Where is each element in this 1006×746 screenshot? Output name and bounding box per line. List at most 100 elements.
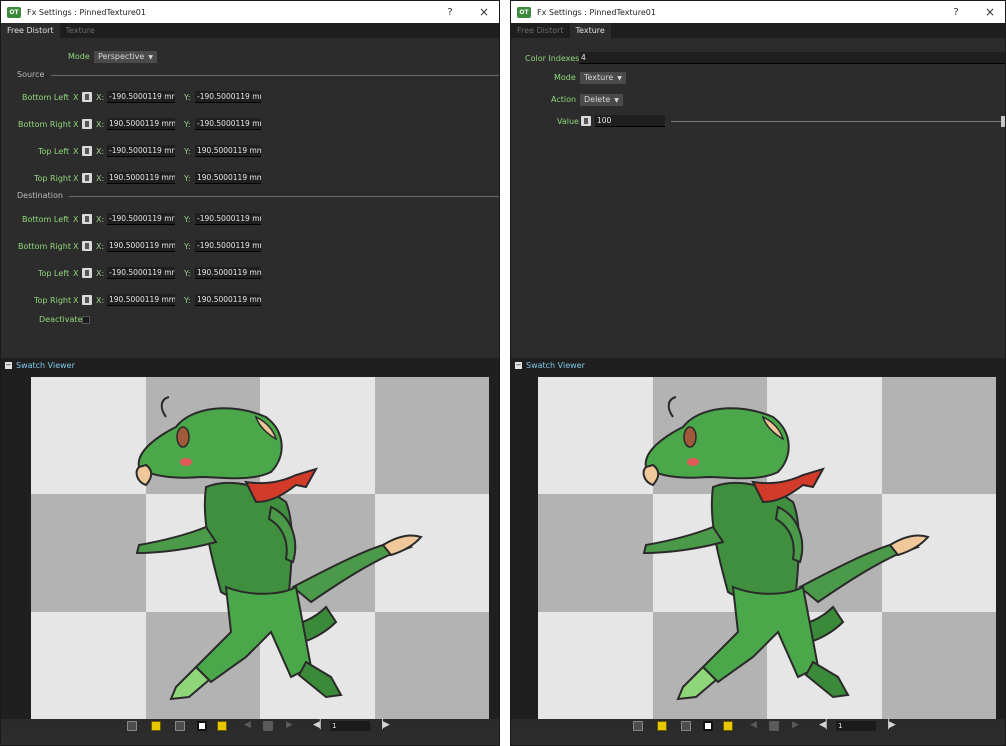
camera-icon[interactable]	[151, 721, 161, 731]
prev-frame-icon[interactable]: ◀▏	[313, 720, 327, 730]
preview-toggle-icon[interactable]	[217, 721, 227, 731]
app-icon: OT	[517, 6, 531, 18]
swatch-viewer-header[interactable]: − Swatch Viewer	[1, 358, 499, 372]
y-field[interactable]: 190.5000119 mm	[195, 172, 261, 184]
white-bg-icon[interactable]	[197, 721, 207, 731]
row-label: Bottom Right	[18, 242, 71, 251]
app-icon: OT	[7, 6, 21, 18]
y-field[interactable]: -190.5000119 mr	[195, 118, 261, 130]
swatch-viewer-title: Swatch Viewer	[526, 360, 585, 370]
x-marker: X	[73, 215, 79, 224]
lock-icon[interactable]	[263, 721, 273, 731]
tab-free-distort[interactable]: Free Distort	[511, 23, 570, 38]
next-frame-icon[interactable]: ▕▶	[376, 720, 390, 730]
swatch-viewer-header[interactable]: − Swatch Viewer	[511, 358, 1005, 372]
x-field[interactable]: -190.5000119 mr	[107, 145, 175, 157]
x-field[interactable]: -190.5000119 mr	[107, 213, 175, 225]
row-label: Top Left	[38, 269, 70, 278]
y-axis-label: Y:	[184, 120, 191, 129]
mode-dropdown[interactable]: Perspective ▼	[94, 51, 157, 63]
link-icon[interactable]	[82, 92, 92, 102]
close-icon[interactable]: ×	[477, 5, 491, 19]
close-icon[interactable]: ×	[983, 5, 997, 19]
next-icon[interactable]: ▶	[792, 720, 799, 730]
window-title: Fx Settings : PinnedTexture01	[537, 7, 656, 17]
prev-icon[interactable]: ◀	[244, 720, 251, 730]
swatch-canvas[interactable]	[538, 377, 996, 729]
x-field[interactable]: 190.5000119 mm	[107, 240, 175, 252]
fx-settings-window-left: OT Fx Settings : PinnedTexture01 ? × Fre…	[0, 0, 500, 746]
link-icon[interactable]	[82, 214, 92, 224]
next-frame-icon[interactable]: ▕▶	[882, 720, 896, 730]
next-icon[interactable]: ▶	[286, 720, 293, 730]
swatch-viewer: ◀ ▶ ◀▏ 1 ▕▶	[1, 372, 499, 733]
frame-field[interactable]: 1	[330, 721, 370, 731]
y-axis-label: Y:	[184, 215, 191, 224]
y-field[interactable]: 190.5000119 mm	[195, 145, 261, 157]
collapse-icon[interactable]: −	[5, 361, 12, 369]
frame-field[interactable]: 1	[836, 721, 876, 731]
x-marker: X	[73, 120, 79, 129]
x-field[interactable]: -190.5000119 mr	[107, 267, 175, 279]
chevron-down-icon: ▼	[617, 75, 622, 82]
swatch-canvas[interactable]	[31, 377, 489, 729]
title-bar: OT Fx Settings : PinnedTexture01 ? ×	[511, 1, 1005, 23]
fit-icon[interactable]	[681, 721, 691, 731]
link-icon[interactable]	[82, 119, 92, 129]
color-indexes-field[interactable]: 4	[579, 52, 1005, 64]
checkerboard-icon[interactable]	[127, 721, 137, 731]
tab-texture[interactable]: Texture	[569, 23, 611, 38]
link-icon[interactable]	[82, 146, 92, 156]
y-axis-label: Y:	[184, 242, 191, 251]
value-slider-track[interactable]	[671, 121, 1001, 122]
tab-free-distort[interactable]: Free Distort	[1, 23, 60, 38]
value-field[interactable]: 100	[595, 115, 665, 127]
fx-settings-window-right: OT Fx Settings : PinnedTexture01 ? × Fre…	[510, 0, 1006, 746]
x-field[interactable]: 190.5000119 mm	[107, 172, 175, 184]
y-field[interactable]: -190.5000119 mr	[195, 91, 261, 103]
x-field[interactable]: 190.5000119 mm	[107, 294, 175, 306]
viewer-toolbar: ◀ ▶ ◀▏ 1 ▕▶	[511, 719, 1005, 733]
tab-texture[interactable]: Texture	[60, 23, 101, 38]
link-icon[interactable]	[82, 268, 92, 278]
mode-label: Mode	[554, 73, 576, 82]
link-icon[interactable]	[581, 116, 591, 126]
y-axis-label: Y:	[184, 147, 191, 156]
collapse-icon[interactable]: −	[515, 361, 522, 369]
lock-icon[interactable]	[769, 721, 779, 731]
color-indexes-label: Color Indexes	[525, 54, 580, 63]
slider-handle-icon[interactable]	[1001, 116, 1005, 127]
checkerboard-icon[interactable]	[633, 721, 643, 731]
white-bg-icon[interactable]	[703, 721, 713, 731]
window-title: Fx Settings : PinnedTexture01	[27, 7, 146, 17]
x-field[interactable]: -190.5000119 mr	[107, 91, 175, 103]
deactivate-checkbox[interactable]	[82, 316, 90, 324]
link-icon[interactable]	[82, 295, 92, 305]
value-label: Value	[557, 117, 579, 126]
y-field[interactable]: 190.5000119 mm	[195, 294, 261, 306]
fit-icon[interactable]	[175, 721, 185, 731]
source-section-label: Source	[17, 70, 45, 79]
mode-dropdown[interactable]: Texture ▼	[580, 72, 626, 84]
x-axis-label: X:	[96, 242, 105, 251]
x-field[interactable]: 190.5000119 mm	[107, 118, 175, 130]
help-icon[interactable]: ?	[443, 7, 457, 18]
y-field[interactable]: -190.5000119 mr	[195, 213, 261, 225]
y-field[interactable]: 190.5000119 mm	[195, 267, 261, 279]
swatch-viewer: ◀ ▶ ◀▏ 1 ▕▶	[511, 372, 1005, 733]
x-marker: X	[73, 269, 79, 278]
camera-icon[interactable]	[657, 721, 667, 731]
action-dropdown[interactable]: Delete ▼	[580, 94, 623, 106]
link-icon[interactable]	[82, 173, 92, 183]
divider	[51, 75, 499, 76]
mode-label: Mode	[68, 52, 90, 61]
prev-frame-icon[interactable]: ◀▏	[819, 720, 833, 730]
prev-icon[interactable]: ◀	[750, 720, 757, 730]
link-icon[interactable]	[82, 241, 92, 251]
y-field[interactable]: -190.5000119 mr	[195, 240, 261, 252]
x-axis-label: X:	[96, 269, 105, 278]
y-axis-label: Y:	[184, 174, 191, 183]
preview-toggle-icon[interactable]	[723, 721, 733, 731]
action-label: Action	[551, 95, 577, 104]
help-icon[interactable]: ?	[949, 7, 963, 18]
